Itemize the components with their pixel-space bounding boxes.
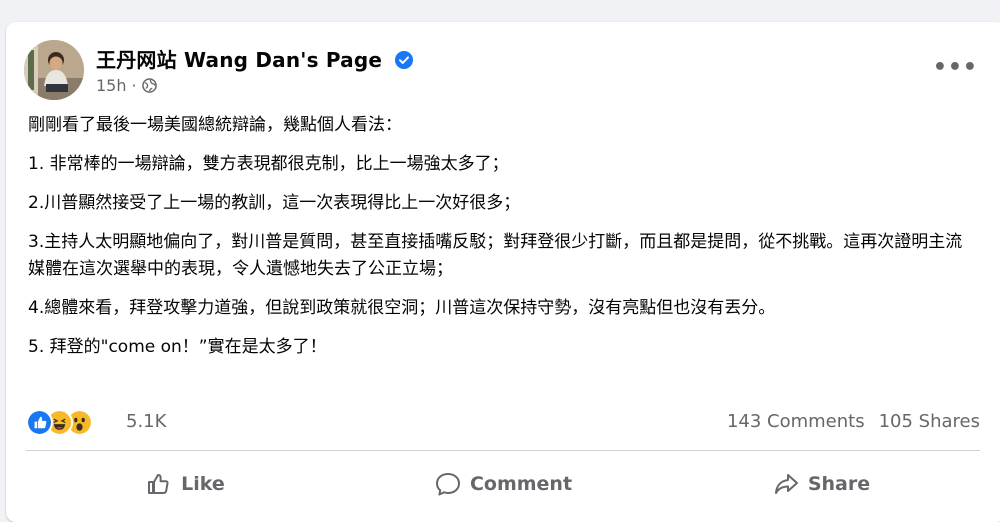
like-reaction-icon <box>26 409 53 436</box>
post-meta: 15h · <box>96 76 157 95</box>
page-name[interactable]: 王丹网站 Wang Dan's Page <box>96 48 382 72</box>
post-timestamp[interactable]: 15h <box>96 76 127 95</box>
comment-share-counts: 143 Comments 105 Shares <box>727 411 980 432</box>
post-body: 剛剛看了最後一場美國總統辯論，幾點個人看法： 1. 非常棒的一場辯論，雙方表現都… <box>28 112 976 373</box>
share-label: Share <box>807 473 871 495</box>
comment-icon <box>435 473 460 496</box>
engagement-bar: 5.1K 143 Comments 105 Shares <box>26 406 980 440</box>
share-icon <box>774 474 798 494</box>
shares-count[interactable]: 105 Shares <box>879 411 980 432</box>
thumbs-up-icon <box>148 474 169 494</box>
post-paragraph: 剛剛看了最後一場美國總統辯論，幾點個人看法： <box>28 115 402 135</box>
reaction-icons[interactable] <box>26 409 116 437</box>
action-bar: Like Comment Share <box>26 460 980 508</box>
comment-label: Comment <box>469 473 573 495</box>
post-paragraph: 5. 拜登的"come on！”實在是太多了！ <box>28 337 327 357</box>
post-paragraph: 4.總體來看，拜登攻擊力道強，但說到政策就很空洞；川普這次保持守勢，沒有亮點但也… <box>28 298 776 318</box>
page-name-row: 王丹网站 Wang Dan's Page <box>96 44 414 73</box>
avatar[interactable] <box>24 40 84 100</box>
post-paragraph: 1. 非常棒的一場辯論，雙方表現都很克制，比上一場強太多了； <box>28 154 509 174</box>
reaction-count[interactable]: 5.1K <box>126 411 166 432</box>
more-options-icon[interactable]: ••• <box>933 57 978 79</box>
post-paragraph: 3.主持人太明顯地偏向了，對川普是質問，甚至直接插嘴反駁；對拜登很少打斷，而且都… <box>28 232 963 279</box>
post-header: 王丹网站 Wang Dan's Page 15h · ••• <box>24 40 984 100</box>
verified-badge-icon <box>395 51 414 69</box>
comment-button[interactable]: Comment <box>344 460 662 508</box>
post-card: 王丹网站 Wang Dan's Page 15h · ••• 剛剛看了最後一場美… <box>6 22 1000 522</box>
like-button[interactable]: Like <box>26 460 344 508</box>
comments-count[interactable]: 143 Comments <box>727 411 865 432</box>
divider <box>26 450 980 451</box>
like-label: Like <box>181 473 225 495</box>
globe-icon <box>141 78 157 93</box>
meta-separator: · <box>131 76 137 95</box>
post-paragraph: 2.川普顯然接受了上一場的教訓，這一次表現得比上一次好很多； <box>28 193 521 213</box>
share-button[interactable]: Share <box>662 460 980 508</box>
